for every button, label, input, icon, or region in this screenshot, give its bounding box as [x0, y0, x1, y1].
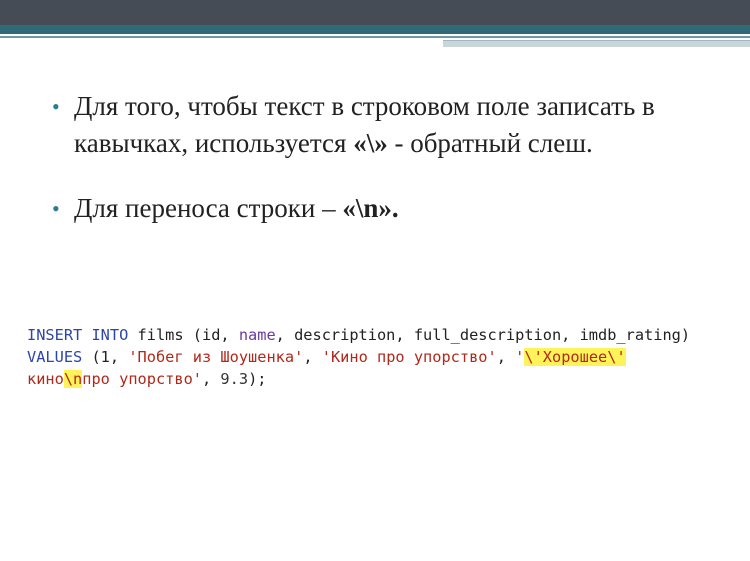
bullet-bold-text: «\n». — [342, 193, 399, 223]
header-bar — [0, 0, 750, 25]
code-text: , — [496, 348, 516, 366]
bullet-text: - обратный слеш. — [387, 128, 593, 158]
code-line-3: кино\nпро упорство', 9.3); — [27, 368, 742, 390]
header-stripe — [0, 25, 750, 34]
code-string: 'Кино про упорство' — [321, 348, 497, 366]
code-text: films (id, — [128, 326, 239, 344]
code-keyword: INSERT INTO — [27, 326, 129, 344]
bullet-dot-icon: • — [52, 94, 60, 119]
header-accent-bar — [443, 40, 750, 47]
header-thin-line — [0, 36, 750, 38]
code-column-name: name — [238, 326, 276, 344]
code-text: (1, — [82, 348, 129, 366]
code-text: , description, full_description, imdb_ra… — [275, 326, 691, 344]
bullet-bold-text: «\» — [353, 128, 388, 158]
bullet-list: • Для того, чтобы текст в строковом поле… — [52, 88, 692, 227]
sql-code-block: INSERT INTO films (id, name, description… — [27, 324, 742, 390]
code-highlight-newline: \n — [63, 370, 83, 388]
bullet-text: Для переноса строки – — [74, 193, 343, 223]
code-number: 9.3 — [220, 370, 249, 388]
code-line-2: VALUES (1, 'Побег из Шоушенка', 'Кино пр… — [27, 346, 742, 368]
code-line-1: INSERT INTO films (id, name, description… — [27, 324, 742, 346]
code-text: ); — [248, 370, 267, 388]
code-keyword: VALUES — [27, 348, 83, 366]
bullet-item-newline: • Для переноса строки – «\n». — [52, 190, 692, 227]
bullet-dot-icon: • — [52, 196, 60, 221]
code-text: , — [303, 348, 322, 366]
code-string: 'Побег из Шоушенка' — [128, 348, 304, 366]
bullet-item-escape-quotes: • Для того, чтобы текст в строковом поле… — [52, 88, 692, 162]
code-string: ' — [515, 348, 525, 366]
code-string: кино — [27, 370, 64, 388]
code-highlight-escaped-quotes: \'Хорошее\' — [524, 348, 626, 366]
code-text: , — [202, 370, 221, 388]
code-string: про упорство' — [82, 370, 202, 388]
